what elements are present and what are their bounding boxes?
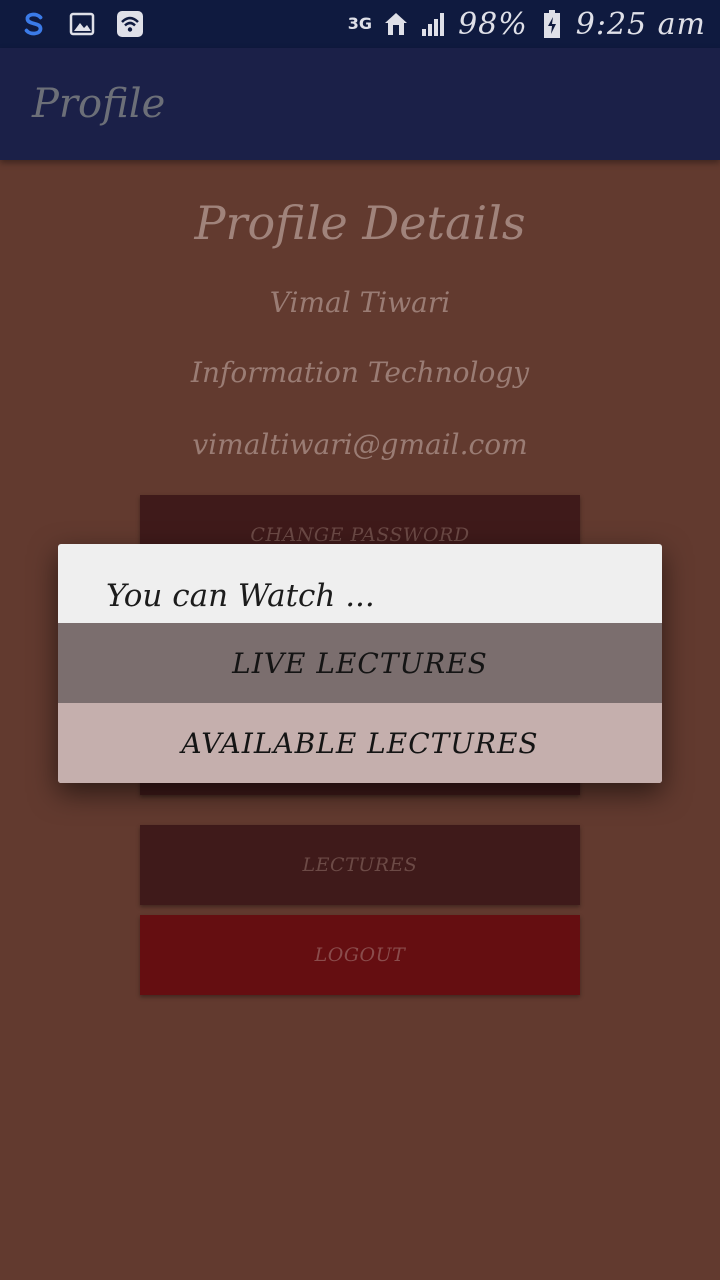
s-app-icon <box>20 10 48 38</box>
watch-dialog: You can Watch ... LIVE LECTURES AVAILABL… <box>58 544 662 783</box>
logout-button[interactable]: LOGOUT <box>140 915 580 995</box>
app-bar: Profile <box>0 48 720 160</box>
status-right: 3G 98% 9:25 am <box>348 7 706 42</box>
profile-name: Vimal Tiwari <box>269 286 451 319</box>
signal-icon <box>420 10 448 38</box>
status-left <box>20 10 144 38</box>
available-lectures-option[interactable]: AVAILABLE LECTURES <box>58 703 662 783</box>
battery-percent: 98% <box>458 6 528 42</box>
status-bar: 3G 98% 9:25 am <box>0 0 720 48</box>
wifi-icon <box>116 10 144 38</box>
screen: 3G 98% 9:25 am Profile Profile Details V… <box>0 0 720 1280</box>
app-bar-title: Profile <box>32 81 166 127</box>
battery-icon <box>538 10 566 38</box>
profile-department: Information Technology <box>190 356 530 389</box>
network-3g-icon: 3G <box>347 14 373 33</box>
profile-email: vimaltiwari@gmail.com <box>192 428 528 461</box>
lectures-button[interactable]: LECTURES <box>140 825 580 905</box>
dialog-title: You can Watch ... <box>106 578 375 614</box>
home-icon <box>382 10 410 38</box>
profile-heading: Profile Details <box>194 196 526 250</box>
gallery-icon <box>68 10 96 38</box>
live-lectures-option[interactable]: LIVE LECTURES <box>58 623 662 703</box>
status-time: 9:25 am <box>575 6 706 42</box>
